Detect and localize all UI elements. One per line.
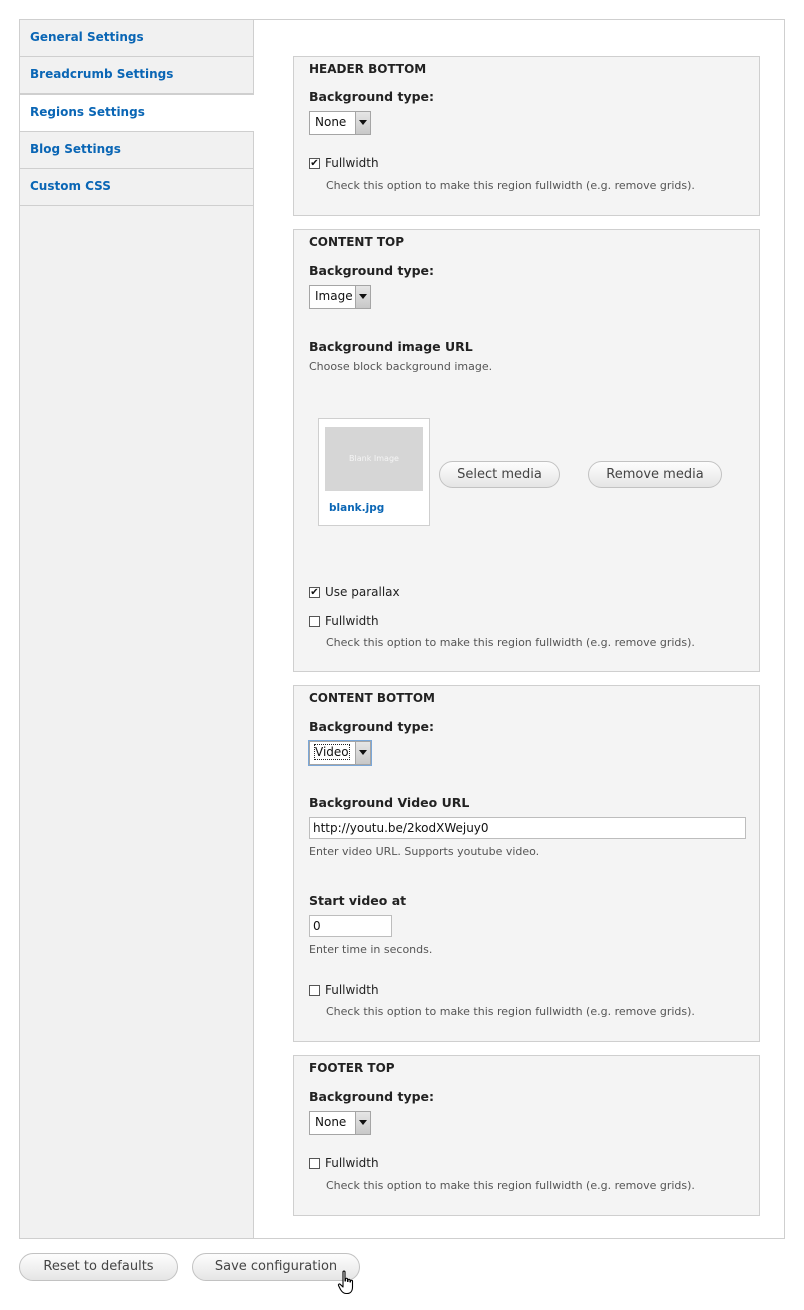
settings-frame: General Settings Breadcrumb Settings Reg… bbox=[19, 19, 785, 1239]
bg-type-select[interactable]: Image bbox=[309, 285, 371, 309]
bg-image-url-description: Choose block background image. bbox=[309, 360, 493, 373]
chevron-down-icon bbox=[355, 1112, 370, 1134]
bg-image-url-label: Background image URL bbox=[309, 339, 473, 354]
bg-type-label: Background type: bbox=[309, 1089, 435, 1104]
use-parallax-label: Use parallax bbox=[325, 585, 400, 599]
remove-media-button[interactable]: Remove media bbox=[588, 461, 722, 488]
fieldset-header-bottom: HEADER BOTTOM Background type: None ✔ Fu… bbox=[293, 56, 760, 216]
thumbnail-image: Blank Image bbox=[325, 427, 423, 491]
fieldset-content-top: CONTENT TOP Background type: Image Backg… bbox=[293, 229, 760, 672]
check-mark-icon: ✔ bbox=[310, 158, 319, 169]
bg-type-value: None bbox=[315, 115, 347, 129]
fullwidth-label: Fullwidth bbox=[325, 614, 379, 628]
bg-video-url-description: Enter video URL. Supports youtube video. bbox=[309, 845, 540, 858]
fullwidth-description: Check this option to make this region fu… bbox=[326, 1005, 695, 1018]
fullwidth-description: Check this option to make this region fu… bbox=[326, 1179, 695, 1192]
start-video-description: Enter time in seconds. bbox=[309, 943, 433, 956]
fieldset-content-bottom: CONTENT BOTTOM Background type: Video Ba… bbox=[293, 685, 760, 1042]
bg-type-select[interactable]: None bbox=[309, 1111, 371, 1135]
fullwidth-description: Check this option to make this region fu… bbox=[326, 179, 695, 192]
hand-pointer-icon bbox=[337, 1270, 354, 1295]
fieldset-title: HEADER BOTTOM bbox=[309, 62, 427, 76]
vertical-tabs: General Settings Breadcrumb Settings Reg… bbox=[20, 20, 254, 1238]
check-mark-icon: ✔ bbox=[310, 587, 319, 598]
bg-type-select[interactable]: None bbox=[309, 111, 371, 135]
bg-type-label: Background type: bbox=[309, 263, 435, 278]
fullwidth-label: Fullwidth bbox=[325, 156, 379, 170]
start-video-label: Start video at bbox=[309, 893, 407, 908]
fieldset-title: FOOTER TOP bbox=[309, 1061, 395, 1075]
fullwidth-checkbox[interactable] bbox=[309, 1158, 320, 1169]
fieldset-title: CONTENT BOTTOM bbox=[309, 691, 435, 705]
chevron-down-icon bbox=[355, 742, 370, 764]
bg-type-label: Background type: bbox=[309, 89, 435, 104]
tab-regions-settings[interactable]: Regions Settings bbox=[20, 94, 254, 132]
tab-blog-settings[interactable]: Blog Settings bbox=[20, 132, 253, 169]
tab-breadcrumb-settings[interactable]: Breadcrumb Settings bbox=[20, 57, 253, 94]
save-configuration-button[interactable]: Save configuration bbox=[192, 1253, 360, 1281]
fullwidth-checkbox[interactable] bbox=[309, 985, 320, 996]
tab-content: HEADER BOTTOM Background type: None ✔ Fu… bbox=[255, 20, 784, 1238]
fullwidth-checkbox[interactable]: ✔ bbox=[309, 158, 320, 169]
fullwidth-label: Fullwidth bbox=[325, 983, 379, 997]
bg-type-select[interactable]: Video bbox=[309, 741, 371, 765]
tab-custom-css[interactable]: Custom CSS bbox=[20, 169, 253, 206]
bg-video-url-input[interactable] bbox=[309, 817, 746, 839]
fullwidth-description: Check this option to make this region fu… bbox=[326, 636, 695, 649]
start-video-input[interactable] bbox=[309, 915, 392, 937]
bg-type-value: Video bbox=[314, 744, 350, 760]
fieldset-footer-top: FOOTER TOP Background type: None Fullwid… bbox=[293, 1055, 760, 1216]
chevron-down-icon bbox=[355, 112, 370, 134]
fullwidth-label: Fullwidth bbox=[325, 1156, 379, 1170]
bg-video-url-label: Background Video URL bbox=[309, 795, 470, 810]
tab-general-settings[interactable]: General Settings bbox=[20, 20, 253, 57]
media-file-link[interactable]: blank.jpg bbox=[329, 502, 384, 514]
bg-type-label: Background type: bbox=[309, 719, 435, 734]
fullwidth-checkbox[interactable] bbox=[309, 616, 320, 627]
select-media-button[interactable]: Select media bbox=[439, 461, 560, 488]
bg-type-value: Image bbox=[315, 289, 353, 303]
fieldset-title: CONTENT TOP bbox=[309, 235, 405, 249]
chevron-down-icon bbox=[355, 286, 370, 308]
media-preview: Blank Image blank.jpg bbox=[318, 418, 430, 526]
use-parallax-checkbox[interactable]: ✔ bbox=[309, 587, 320, 598]
bg-type-value: None bbox=[315, 1115, 347, 1129]
reset-to-defaults-button[interactable]: Reset to defaults bbox=[19, 1253, 178, 1281]
